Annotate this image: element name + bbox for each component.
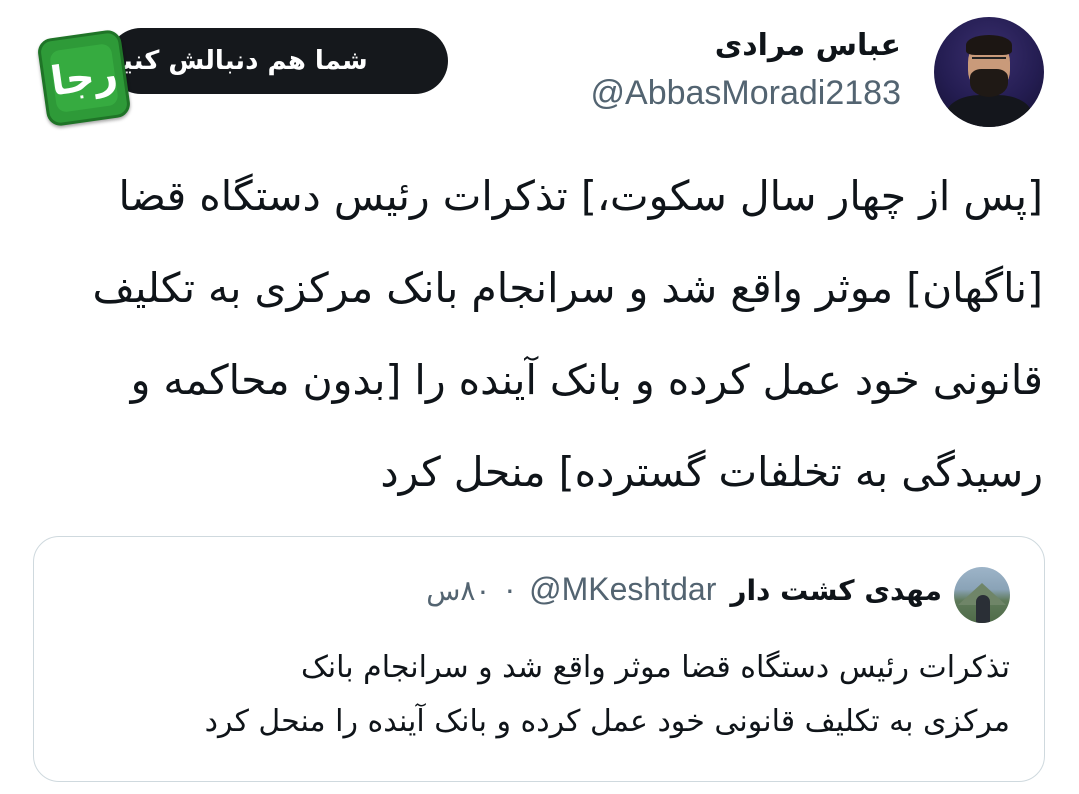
quoted-tweet-card[interactable]: مهدی کشت دار @MKeshtdar · ۸۰س تذکرات رئی… xyxy=(33,536,1045,782)
avatar-beard-shape xyxy=(970,69,1008,97)
author-display-name[interactable]: عباس مرادی xyxy=(715,28,901,63)
avatar-hair-shape xyxy=(966,35,1012,55)
quoted-author-handle[interactable]: @MKeshtdar xyxy=(529,571,716,608)
tweet-line: [ناگهان] موثر واقع شد و سرانجام بانک مرک… xyxy=(92,264,1043,312)
tweet-body: [پس از چهار سال سکوت،] تذکرات رئیس دستگا… xyxy=(43,150,1043,518)
tweet-line: [پس از چهار سال سکوت،] تذکرات رئیس دستگا… xyxy=(118,172,1043,220)
author-avatar[interactable] xyxy=(934,17,1044,127)
follow-promo-pill[interactable]: شما هم دنبالش کنید xyxy=(108,28,448,94)
raja-logo: رجا xyxy=(36,28,132,128)
tweet-line: رسیدگی به تخلفات گسترده] منحل کرد xyxy=(380,448,1043,496)
quoted-avatar-person-shape xyxy=(976,595,990,623)
quoted-author-avatar[interactable] xyxy=(954,567,1010,623)
tweet-line: قانونی خود عمل کرده و بانک آینده را [بدو… xyxy=(130,356,1043,404)
avatar-body-shape xyxy=(946,95,1032,127)
avatar-glasses-shape xyxy=(972,57,1006,67)
raja-logo-mark: رجا xyxy=(48,42,120,114)
quoted-separator: · xyxy=(504,571,516,607)
quoted-tweet-line: مرکزی به تکلیف قانونی خود عمل کرده و بان… xyxy=(204,704,1010,739)
quoted-tweet-line: تذکرات رئیس دستگاه قضا موثر واقع شد و سر… xyxy=(300,650,1010,685)
quoted-tweet-header: مهدی کشت دار @MKeshtdar · ۸۰س xyxy=(426,571,942,608)
author-handle[interactable]: @AbbasMoradi2183 xyxy=(591,74,901,113)
follow-promo-label: شما هم دنبالش کنید xyxy=(108,46,368,76)
quoted-author-name[interactable]: مهدی کشت دار xyxy=(730,574,942,607)
quoted-timestamp[interactable]: ۸۰س xyxy=(426,574,490,607)
quoted-tweet-body: تذکرات رئیس دستگاه قضا موثر واقع شد و سر… xyxy=(50,641,1010,749)
